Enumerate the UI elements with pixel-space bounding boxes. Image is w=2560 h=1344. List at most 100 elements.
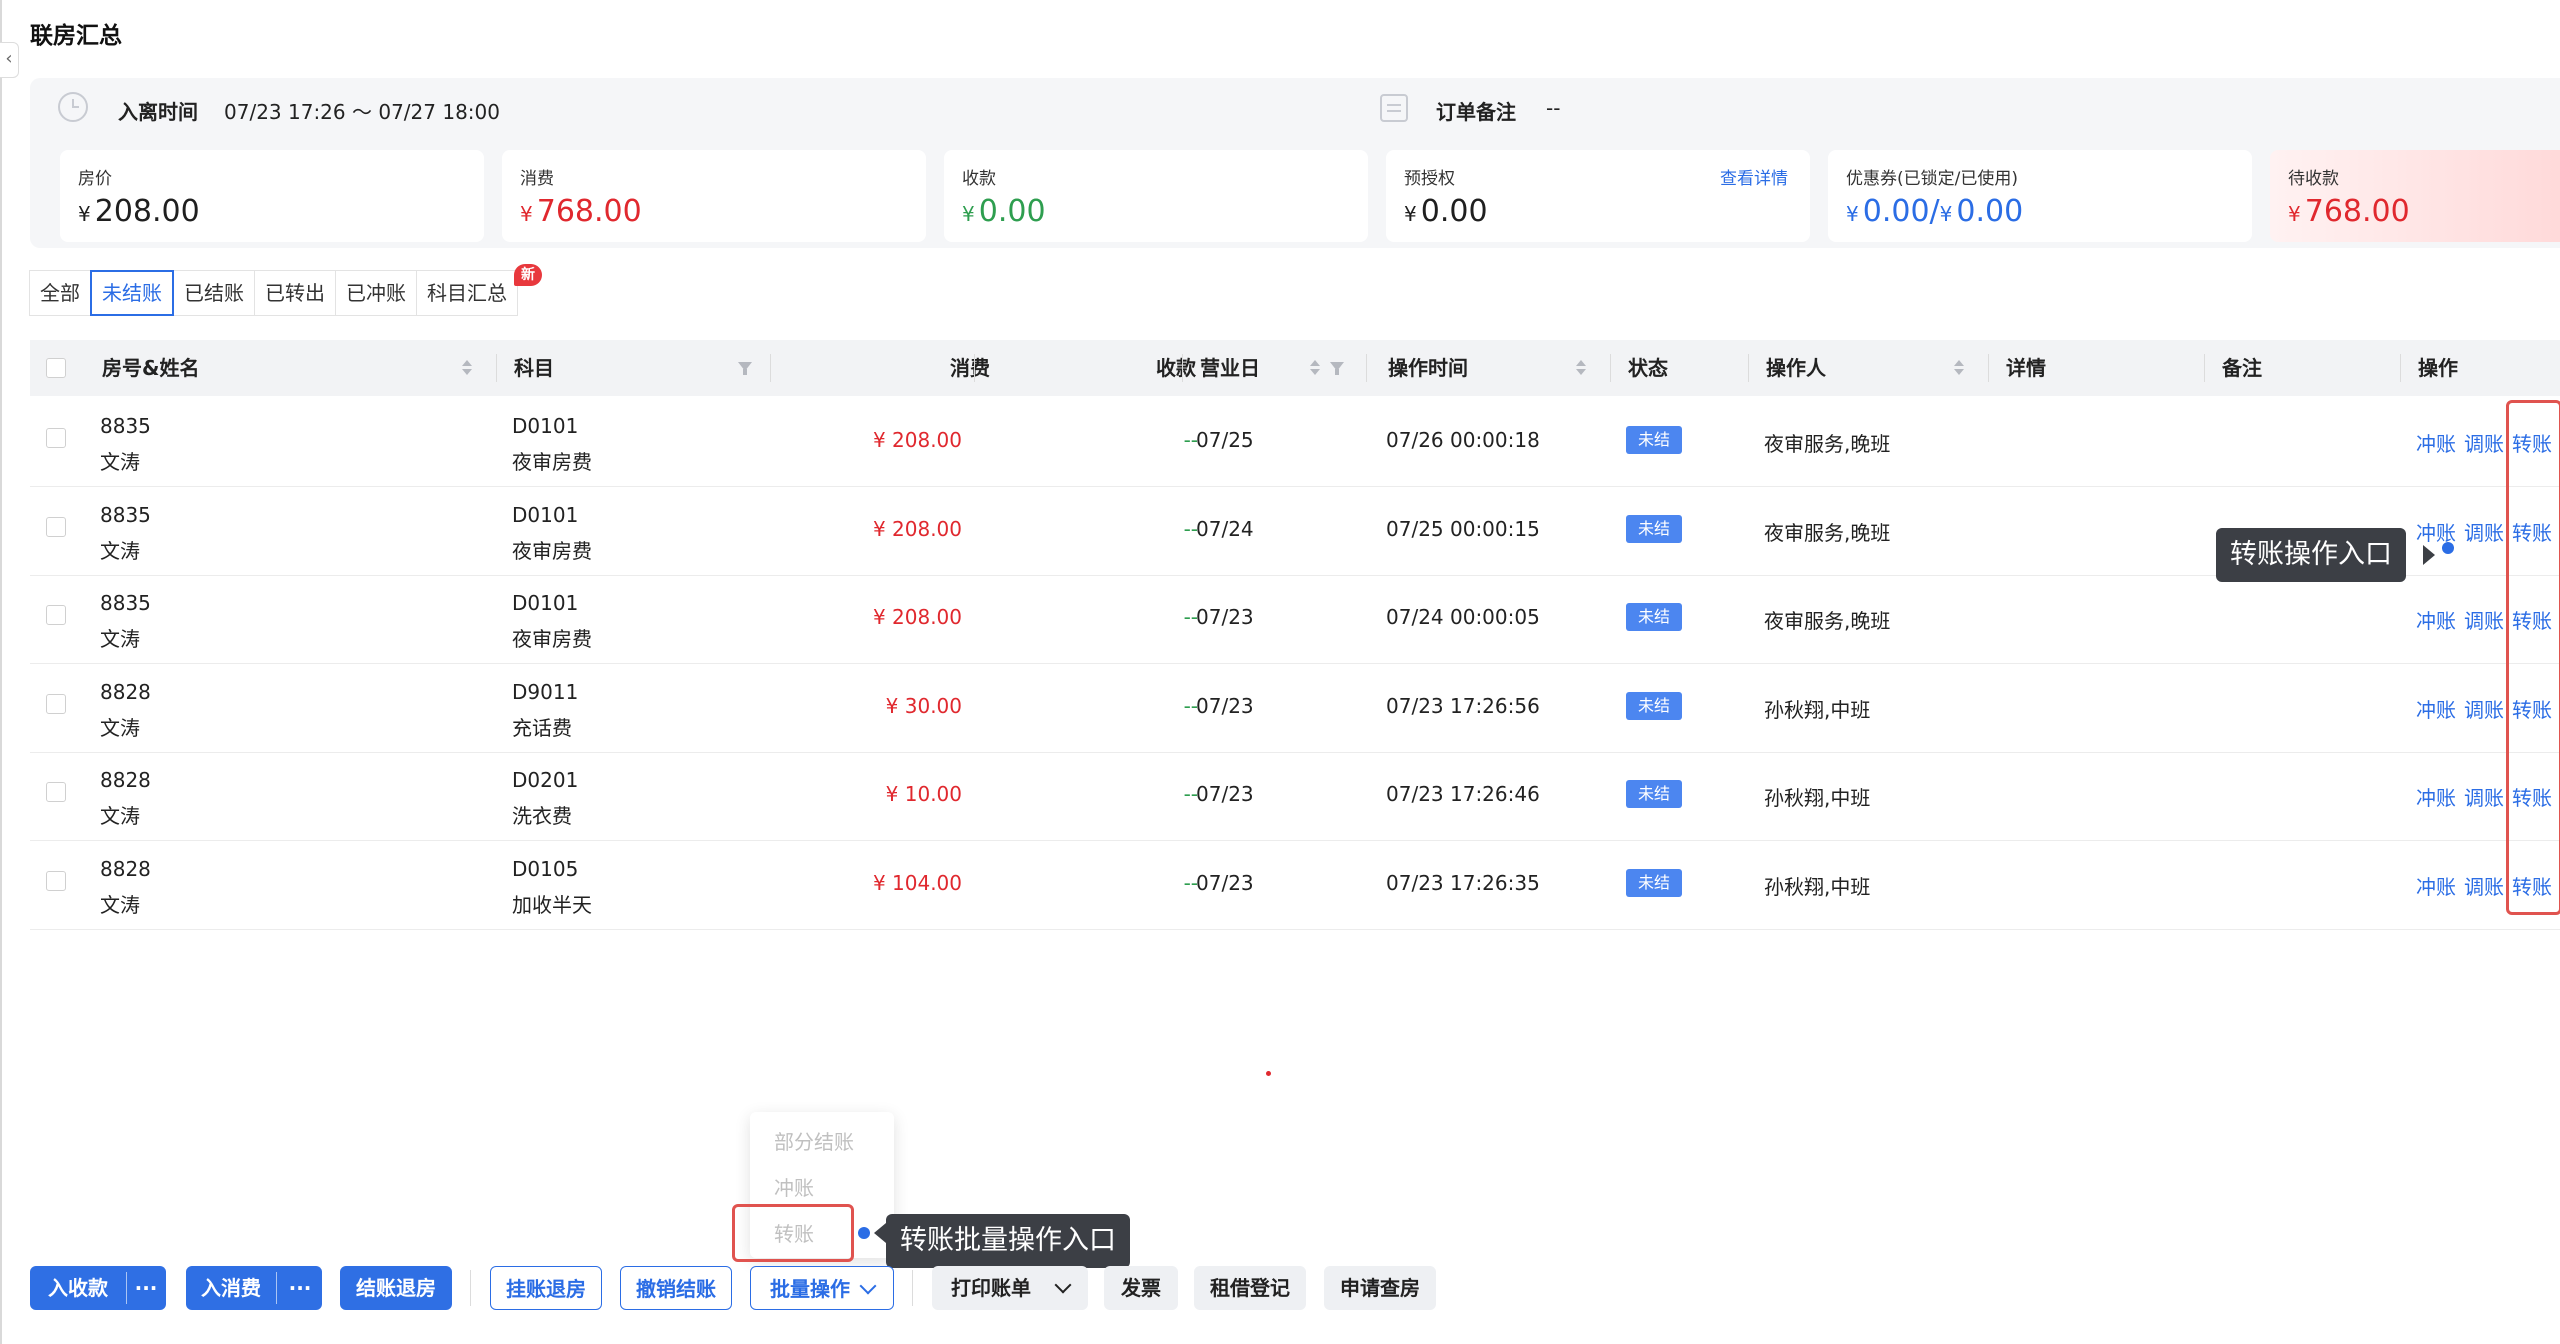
tab-4[interactable]: 已冲账 xyxy=(335,270,417,316)
rent-register-button[interactable]: 租借登记 xyxy=(1194,1266,1306,1310)
print-bill-button[interactable]: 打印账单 xyxy=(932,1266,1088,1310)
row-checkbox[interactable] xyxy=(46,870,66,891)
batch-operation-button[interactable]: 批量操作 xyxy=(750,1266,894,1310)
sort-icon[interactable] xyxy=(1954,360,1964,376)
tooltip-arrow xyxy=(874,1223,886,1243)
subject-name: 充话费 xyxy=(512,715,572,740)
consume-more-button[interactable]: ··· xyxy=(278,1266,322,1310)
card-amount: ¥768.00 xyxy=(520,194,642,229)
reverse-link[interactable]: 冲账 xyxy=(2416,428,2456,457)
tab-2[interactable]: 已结账 xyxy=(173,270,255,316)
undo-checkout-button[interactable]: 撤销结账 xyxy=(620,1266,732,1310)
adjust-link[interactable]: 调账 xyxy=(2464,605,2504,634)
checkout-button[interactable]: 结账退房 xyxy=(340,1266,452,1310)
row-checkbox[interactable] xyxy=(46,782,66,802)
consume-amount: ¥ 208.00 xyxy=(872,516,962,541)
tab-3[interactable]: 已转出 xyxy=(254,270,336,316)
new-badge: 新 xyxy=(514,264,542,286)
adjust-link[interactable]: 调账 xyxy=(2464,782,2504,811)
menu-item-reverse[interactable]: 冲账 xyxy=(774,1172,814,1201)
receipt-split-button: 入收款 ··· xyxy=(30,1266,166,1310)
filter-icon[interactable] xyxy=(738,362,752,375)
filter-icon[interactable] xyxy=(1330,362,1344,375)
currency-symbol: ¥ xyxy=(962,202,975,226)
subject-code: D9011 xyxy=(512,679,579,704)
card-label: 待收款 xyxy=(2288,169,2339,189)
column-divider xyxy=(1182,354,1183,382)
tab-1[interactable]: 未结账 xyxy=(90,270,174,316)
sort-icon[interactable] xyxy=(1310,360,1320,376)
table-row[interactable]: 8828 文涛 D9011 充话费 ¥ 30.00 -- 07/23 07/23 17:26:… xyxy=(30,664,2560,753)
currency-symbol: ¥ xyxy=(520,202,533,226)
subject-code: D0105 xyxy=(512,856,579,881)
table-row[interactable]: 8828 文涛 D0201 洗衣费 ¥ 10.00 -- 07/23 07/23 17:26:… xyxy=(30,752,2560,841)
col-remark: 备注 xyxy=(2222,356,2262,380)
room-number: 8835 xyxy=(100,502,151,527)
tab-5[interactable]: 科目汇总 xyxy=(416,270,518,316)
loading-dot xyxy=(1266,1071,1271,1076)
operation-time: 07/23 17:26:46 xyxy=(1386,782,1540,806)
adjust-link[interactable]: 调账 xyxy=(2464,871,2504,900)
amount-value: 768.00 xyxy=(536,194,642,229)
invoice-button[interactable]: 发票 xyxy=(1104,1266,1178,1310)
sort-icon[interactable] xyxy=(1576,360,1586,376)
receipt-amount: -- xyxy=(1183,428,1198,452)
table-row[interactable]: 8835 文涛 D0101 夜审房费 ¥ 208.00 -- 07/23 07/24 00:0… xyxy=(30,575,2560,664)
reverse-link[interactable]: 冲账 xyxy=(2416,871,2456,900)
room-inspect-button[interactable]: 申请查房 xyxy=(1324,1266,1436,1310)
card-label: 房价 xyxy=(78,169,112,189)
operator: 夜审服务,晚班 xyxy=(1764,432,1891,456)
subject-code: D0101 xyxy=(512,502,579,527)
adjust-link[interactable]: 调账 xyxy=(2464,517,2504,546)
collapse-arrow-icon[interactable]: ‹ xyxy=(0,42,19,78)
view-detail-link[interactable]: 查看详情 xyxy=(1720,164,1788,189)
col-receipt: 收款 xyxy=(1156,356,1196,380)
column-divider xyxy=(2204,354,2205,382)
receipt-amount: -- xyxy=(1183,693,1198,718)
col-detail: 详情 xyxy=(2006,356,2046,380)
amount-card: 收款 ¥0.00 xyxy=(944,150,1368,242)
amount-card: 预授权 ¥0.00 查看详情 xyxy=(1386,150,1810,242)
consume-button[interactable]: 入消费 xyxy=(186,1266,276,1310)
sort-icon[interactable] xyxy=(462,360,472,376)
row-checkbox[interactable] xyxy=(46,428,66,448)
reverse-link[interactable]: 冲账 xyxy=(2416,605,2456,634)
reverse-link[interactable]: 冲账 xyxy=(2416,782,2456,811)
table-row[interactable]: 8835 文涛 D0101 夜审房费 ¥ 208.00 -- 07/24 07/25 00:0… xyxy=(30,487,2560,576)
adjust-link[interactable]: 调账 xyxy=(2464,428,2504,457)
adjust-link[interactable]: 调账 xyxy=(2464,694,2504,723)
column-divider xyxy=(1988,354,1989,382)
currency-symbol: ¥ xyxy=(78,202,91,226)
toolbar-divider xyxy=(470,1270,471,1306)
business-day: 07/23 xyxy=(1196,870,1254,895)
table-row[interactable]: 8835 文涛 D0101 夜审房费 ¥ 208.00 -- 07/25 07/26 00:0… xyxy=(30,398,2560,487)
row-checkbox[interactable] xyxy=(46,605,66,625)
reverse-link[interactable]: 冲账 xyxy=(2416,517,2456,546)
row-checkbox[interactable] xyxy=(46,516,66,537)
pointer-dot xyxy=(858,1227,870,1239)
col-bizday: 营业日 xyxy=(1200,356,1260,380)
select-all-checkbox[interactable] xyxy=(46,358,66,378)
operation-time: 07/26 00:00:18 xyxy=(1386,428,1540,452)
table-row[interactable]: 8828 文涛 D0105 加收半天 ¥ 104.00 -- 07/23 07/23 17:2… xyxy=(30,841,2560,930)
operator: 孙秋翔,中班 xyxy=(1764,786,1871,810)
subject-code: D0101 xyxy=(512,414,579,438)
guest-name: 文涛 xyxy=(100,450,140,474)
remark-value: -- xyxy=(1546,96,1561,120)
currency-symbol: ¥ xyxy=(1846,202,1859,226)
receipt-button[interactable]: 入收款 xyxy=(30,1266,126,1310)
room-number: 8835 xyxy=(100,414,151,438)
receipt-more-button[interactable]: ··· xyxy=(126,1266,166,1310)
table-header: 房号&姓名 科目 消费 收款 营业日 操作时间 状态 操作人 详情 备注 操作 xyxy=(30,340,2560,396)
column-divider xyxy=(770,354,771,382)
guest-name: 文涛 xyxy=(100,538,140,563)
reverse-link[interactable]: 冲账 xyxy=(2416,694,2456,723)
guest-name: 文涛 xyxy=(100,715,140,740)
row-checkbox[interactable] xyxy=(46,693,66,714)
remark-label: 订单备注 xyxy=(1436,100,1516,124)
amount-value: 768.00 xyxy=(2304,194,2410,229)
hang-checkout-button[interactable]: 挂账退房 xyxy=(490,1266,602,1310)
subject-name: 夜审房费 xyxy=(512,627,592,651)
tab-0[interactable]: 全部 xyxy=(29,270,91,316)
menu-item-partial-checkout[interactable]: 部分结账 xyxy=(774,1126,854,1155)
